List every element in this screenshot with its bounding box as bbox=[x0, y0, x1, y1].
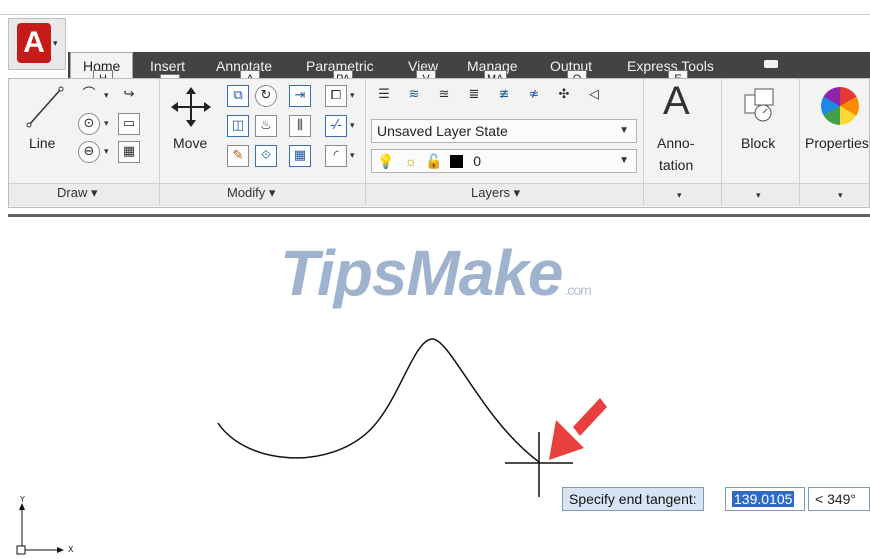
ucs-x-label: X bbox=[68, 545, 74, 554]
dynamic-input-prompt: Specify end tangent: bbox=[562, 487, 704, 511]
drawing-overlay bbox=[16, 338, 607, 555]
length-input-field[interactable]: 139.0105 bbox=[725, 487, 805, 511]
angle-input-field[interactable]: < 349° bbox=[808, 487, 870, 511]
ucs-y-label: Y bbox=[20, 495, 25, 504]
ucs-icon bbox=[16, 503, 64, 555]
spline-curve bbox=[217, 338, 540, 463]
red-arrow-icon bbox=[549, 398, 607, 460]
length-input-value[interactable]: 139.0105 bbox=[732, 491, 795, 507]
